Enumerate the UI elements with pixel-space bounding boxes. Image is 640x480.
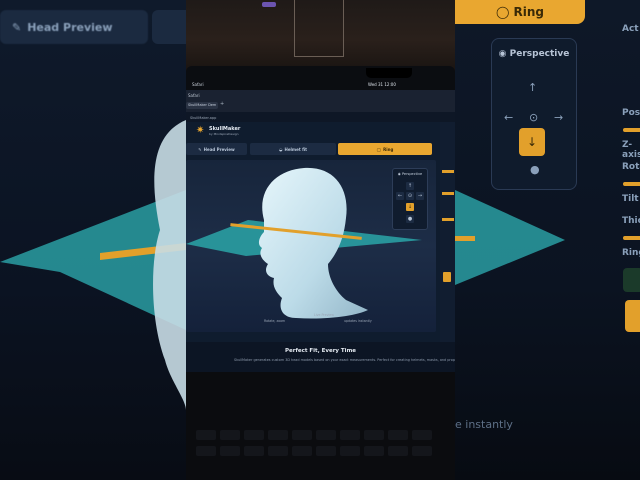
slider[interactable] bbox=[442, 192, 454, 195]
room-ladder bbox=[294, 0, 344, 57]
key bbox=[316, 430, 336, 440]
key bbox=[316, 446, 336, 456]
key bbox=[268, 446, 288, 456]
bg-left-teal-plane bbox=[0, 120, 186, 410]
helmet-icon: ◒ bbox=[279, 146, 283, 152]
rotate-down-button[interactable]: ↓ bbox=[406, 203, 414, 211]
key bbox=[412, 446, 432, 456]
key bbox=[292, 430, 312, 440]
key bbox=[340, 430, 360, 440]
mode-tabs: ✎ Head Preview ◒ Helmet fit ◯ Ring bbox=[186, 143, 436, 155]
menu-app-name[interactable]: Safari bbox=[192, 82, 204, 87]
perspective-controls: ◉ Perspective ↑ ← ⊙ → ↓ ● bbox=[392, 168, 428, 230]
browser-title: Safari bbox=[188, 93, 200, 98]
footer-title: Perfect Fit, Every Time bbox=[284, 348, 357, 354]
key bbox=[244, 430, 264, 440]
rotate-left-button[interactable]: ← bbox=[396, 192, 404, 200]
apply-button[interactable] bbox=[443, 272, 451, 282]
center-button[interactable]: ● bbox=[406, 215, 414, 223]
skullmaker-app: ✷ SkullMaker by MindspireDesign ✎ Head P… bbox=[186, 122, 455, 372]
viewport-hint-mid: Live Preview bbox=[314, 313, 334, 317]
tab-helmet-fit[interactable]: ◒ Helmet fit bbox=[250, 143, 336, 155]
background-left-panel: ✎ Head Preview bbox=[0, 0, 186, 480]
keyboard bbox=[186, 372, 455, 480]
key bbox=[196, 430, 216, 440]
3d-viewport[interactable]: ◉ Perspective ↑ ← ⊙ → ↓ ● Rotate, zoom L… bbox=[186, 160, 436, 332]
tab-head-preview[interactable]: ✎ Head Preview bbox=[186, 143, 247, 155]
slider[interactable] bbox=[442, 170, 454, 173]
reset-view-button[interactable]: ⊙ bbox=[406, 192, 414, 200]
key bbox=[388, 430, 408, 440]
key bbox=[412, 430, 432, 440]
slider[interactable] bbox=[442, 218, 454, 221]
key bbox=[388, 446, 408, 456]
key bbox=[244, 446, 264, 456]
rotate-right-button[interactable]: → bbox=[416, 192, 424, 200]
arrow-left-icon: ← bbox=[397, 193, 403, 199]
screen: Safari SkullMaker Dem + SkullMaker.app ✷… bbox=[186, 90, 455, 372]
browser-tab[interactable]: SkullMaker Dem bbox=[186, 102, 218, 109]
footer-description: SkullMaker generates custom 3D head mode… bbox=[234, 358, 455, 362]
arrow-right-icon: → bbox=[417, 193, 423, 199]
arrow-down-icon: ↓ bbox=[407, 204, 413, 210]
reset-view-icon: ⊙ bbox=[407, 193, 413, 199]
camera-notch bbox=[366, 68, 412, 78]
tab-ring[interactable]: ◯ Ring bbox=[338, 143, 432, 155]
room-light bbox=[262, 2, 276, 7]
laptop: Safari Wed 31 12:00 Safari SkullMaker De… bbox=[186, 0, 455, 480]
viewport-hint-left: Rotate, zoom bbox=[264, 319, 286, 323]
settings-panel bbox=[440, 122, 455, 372]
new-tab-icon[interactable]: + bbox=[220, 101, 224, 107]
menu-clock: Wed 31 12:00 bbox=[368, 82, 396, 87]
gear-logo-icon: ✷ bbox=[196, 125, 205, 136]
key bbox=[268, 430, 288, 440]
browser-toolbar: Safari SkullMaker Dem + bbox=[186, 90, 455, 112]
pencil-icon: ✎ bbox=[198, 146, 202, 152]
url-bar[interactable]: SkullMaker.app bbox=[190, 116, 216, 120]
key bbox=[364, 446, 384, 456]
marketing-footer: Perfect Fit, Every Time SkullMaker gener… bbox=[186, 342, 455, 372]
viewport-hint-right: updates instantly bbox=[344, 319, 372, 323]
arrow-up-icon: ↑ bbox=[407, 183, 413, 189]
key bbox=[220, 446, 240, 456]
dot-icon: ● bbox=[407, 216, 413, 222]
ring-icon: ◯ bbox=[376, 146, 382, 152]
key bbox=[364, 430, 384, 440]
app-logo: ✷ SkullMaker by MindspireDesign bbox=[196, 125, 240, 137]
key bbox=[292, 446, 312, 456]
app-byline: by MindspireDesign bbox=[209, 132, 239, 136]
key bbox=[340, 446, 360, 456]
background-right-panel: ◯ Ring ◉ Perspective ↑ ← ⊙ → ● ↓ Act Pos… bbox=[455, 0, 640, 480]
key bbox=[196, 446, 216, 456]
key bbox=[220, 430, 240, 440]
rotate-up-button[interactable]: ↑ bbox=[406, 182, 414, 190]
bg-right-teal-plane bbox=[455, 190, 565, 285]
menu-bar: Safari Wed 31 12:00 bbox=[186, 80, 455, 90]
